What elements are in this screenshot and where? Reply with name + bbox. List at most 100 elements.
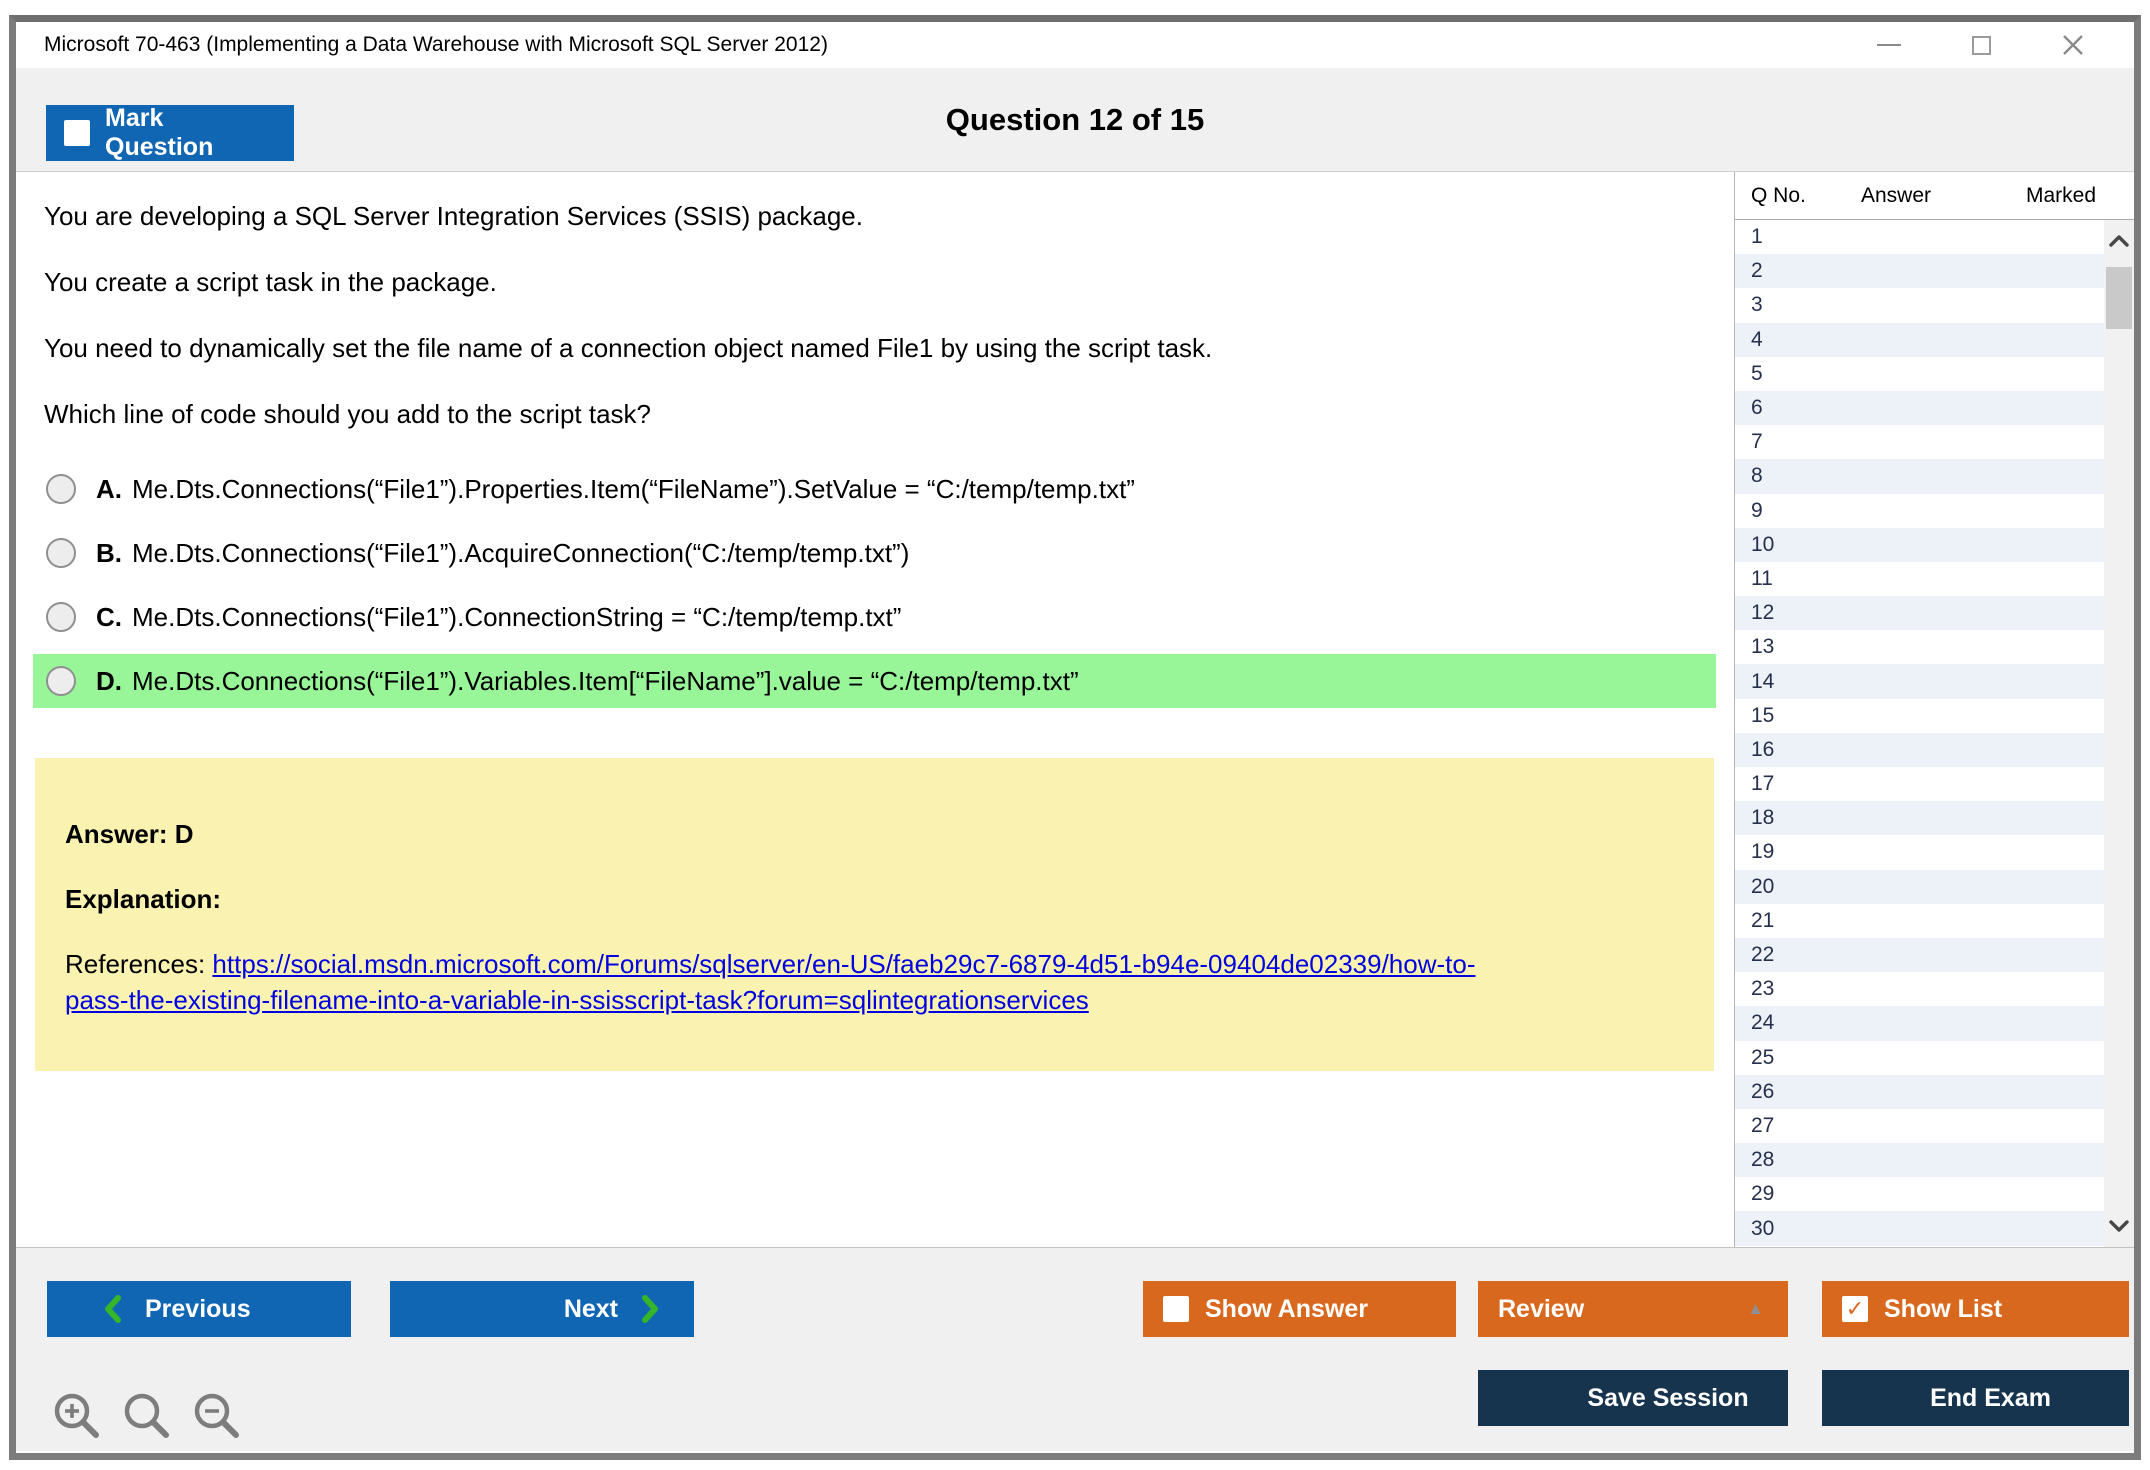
question-list-rows: 1 2 3 4 5 6 7 8 9 10 11 12 13 14 15 16 17 18 19 20 21 22 23 24 2…: [1735, 220, 2104, 1247]
show-answer-checkbox[interactable]: [1163, 1296, 1189, 1322]
next-button[interactable]: Next: [390, 1281, 694, 1337]
list-item[interactable]: 1: [1735, 220, 2104, 254]
scrollbar-thumb[interactable]: [2106, 267, 2132, 329]
mark-question-button[interactable]: Mark Question: [46, 104, 294, 161]
option-letter: A.: [96, 473, 122, 504]
reference-link-line1: https://social.msdn.microsoft.com/Forums…: [212, 949, 1476, 979]
question-number: 12: [1751, 601, 1775, 625]
list-item[interactable]: 3: [1735, 288, 2104, 322]
scroll-down-button[interactable]: [2104, 1209, 2134, 1243]
show-list-button[interactable]: ✓ Show List: [1822, 1281, 2129, 1337]
explanation-label: Explanation:: [65, 884, 222, 914]
list-item[interactable]: 14: [1735, 664, 2104, 699]
list-item[interactable]: 23: [1735, 972, 2104, 1006]
end-exam-button[interactable]: End Exam: [1822, 1370, 2129, 1426]
mark-question-checkbox[interactable]: [64, 120, 90, 146]
zoom-out-button[interactable]: [189, 1388, 245, 1444]
zoom-out-icon: [194, 1393, 239, 1438]
option-text: Me.Dts.Connections(“File1”).ConnectionSt…: [132, 601, 902, 632]
column-marked: Marked: [2025, 183, 2096, 207]
list-item[interactable]: 4: [1735, 322, 2104, 357]
minimize-icon: [1877, 44, 1901, 46]
radio-button-b[interactable]: [46, 538, 76, 568]
list-item[interactable]: 20: [1735, 869, 2104, 904]
list-item[interactable]: 15: [1735, 699, 2104, 733]
list-item[interactable]: 2: [1735, 254, 2104, 289]
window-title: Microsoft 70-463 (Implementing a Data Wa…: [44, 33, 828, 56]
previous-label: Previous: [145, 1294, 251, 1323]
question-paragraph: You create a script task in the package.: [44, 267, 497, 297]
checkmark-icon: ✓: [1845, 1296, 1865, 1321]
question-number: 28: [1751, 1148, 1775, 1172]
next-label: Next: [563, 1294, 618, 1323]
list-item[interactable]: 7: [1735, 425, 2104, 459]
question-number: 17: [1751, 772, 1775, 796]
question-number: 30: [1751, 1216, 1775, 1240]
list-item[interactable]: 30: [1735, 1211, 2104, 1246]
previous-button[interactable]: Previous: [47, 1281, 351, 1337]
close-button[interactable]: [2060, 32, 2086, 58]
list-item[interactable]: 19: [1735, 835, 2104, 869]
question-header: Mark Question Question 12 of 15: [16, 68, 2134, 172]
list-item[interactable]: 8: [1735, 459, 2104, 494]
option-text: Me.Dts.Connections(“File1”).AcquireConne…: [132, 537, 910, 568]
list-item[interactable]: 16: [1735, 732, 2104, 767]
main-area: You are developing a SQL Server Integrat…: [16, 172, 2134, 1247]
option-row-a[interactable]: A. Me.Dts.Connections(“File1”).Propertie…: [33, 462, 1716, 516]
list-item[interactable]: 17: [1735, 767, 2104, 801]
option-letter: C.: [96, 601, 122, 632]
question-number: 18: [1751, 806, 1775, 830]
question-number: 23: [1751, 977, 1775, 1001]
list-item[interactable]: 21: [1735, 904, 2104, 938]
show-answer-button[interactable]: Show Answer: [1143, 1281, 1456, 1337]
scroll-up-button[interactable]: [2104, 224, 2134, 258]
save-session-button[interactable]: Save Session: [1478, 1370, 1788, 1426]
list-item[interactable]: 18: [1735, 801, 2104, 836]
list-item[interactable]: 29: [1735, 1177, 2104, 1211]
list-item[interactable]: 11: [1735, 562, 2104, 596]
question-number: 9: [1751, 498, 1763, 522]
zoom-in-icon: [54, 1393, 99, 1438]
footer-bar: Previous Next Show Answer Review ▲ ✓ Sho…: [16, 1247, 2134, 1451]
option-row-c[interactable]: C. Me.Dts.Connections(“File1”).Connectio…: [33, 590, 1716, 644]
radio-button-d[interactable]: [46, 666, 76, 696]
zoom-reset-button[interactable]: [119, 1388, 175, 1444]
minimize-button[interactable]: [1876, 32, 1902, 58]
question-list-body: 1 2 3 4 5 6 7 8 9 10 11 12 13 14 15 16 17 18 19 20 21 22 23 24 2…: [1735, 220, 2134, 1247]
question-number: 14: [1751, 669, 1775, 693]
answer-line: Answer: D: [65, 819, 194, 849]
references-line: References: https://social.msdn.microsof…: [65, 946, 1684, 1018]
question-paragraph: You need to dynamically set the file nam…: [44, 333, 1213, 363]
list-item[interactable]: 9: [1735, 494, 2104, 528]
list-item[interactable]: 13: [1735, 630, 2104, 664]
list-item[interactable]: 5: [1735, 357, 2104, 391]
list-item[interactable]: 26: [1735, 1074, 2104, 1109]
list-item[interactable]: 10: [1735, 527, 2104, 562]
review-button[interactable]: Review ▲: [1478, 1281, 1788, 1337]
list-item[interactable]: 28: [1735, 1143, 2104, 1178]
question-list-scrollbar[interactable]: [2104, 220, 2134, 1247]
option-row-d[interactable]: D. Me.Dts.Connections(“File1”).Variables…: [33, 654, 1716, 708]
list-item[interactable]: 27: [1735, 1109, 2104, 1143]
answer-explanation-box: Answer: D Explanation: References: https…: [35, 758, 1714, 1071]
list-item[interactable]: 25: [1735, 1041, 2104, 1075]
zoom-controls: [49, 1388, 245, 1444]
radio-button-c[interactable]: [46, 602, 76, 632]
zoom-in-button[interactable]: [49, 1388, 105, 1444]
question-number: 7: [1751, 430, 1763, 454]
radio-button-a[interactable]: [46, 474, 76, 504]
save-session-label: Save Session: [1587, 1383, 1749, 1412]
reference-link[interactable]: https://social.msdn.microsoft.com/Forums…: [65, 949, 1476, 1015]
question-number: 5: [1751, 361, 1763, 385]
question-number: 8: [1751, 464, 1763, 488]
question-number: 2: [1751, 259, 1763, 283]
show-list-checkbox[interactable]: ✓: [1842, 1296, 1868, 1322]
list-item[interactable]: 12: [1735, 596, 2104, 631]
option-row-b[interactable]: B. Me.Dts.Connections(“File1”).AcquireCo…: [33, 526, 1716, 580]
list-item[interactable]: 24: [1735, 1006, 2104, 1041]
close-icon: [2063, 35, 2083, 55]
option-letter: D.: [96, 665, 122, 696]
list-item[interactable]: 6: [1735, 390, 2104, 426]
maximize-button[interactable]: [1968, 32, 1994, 58]
list-item[interactable]: 22: [1735, 937, 2104, 973]
